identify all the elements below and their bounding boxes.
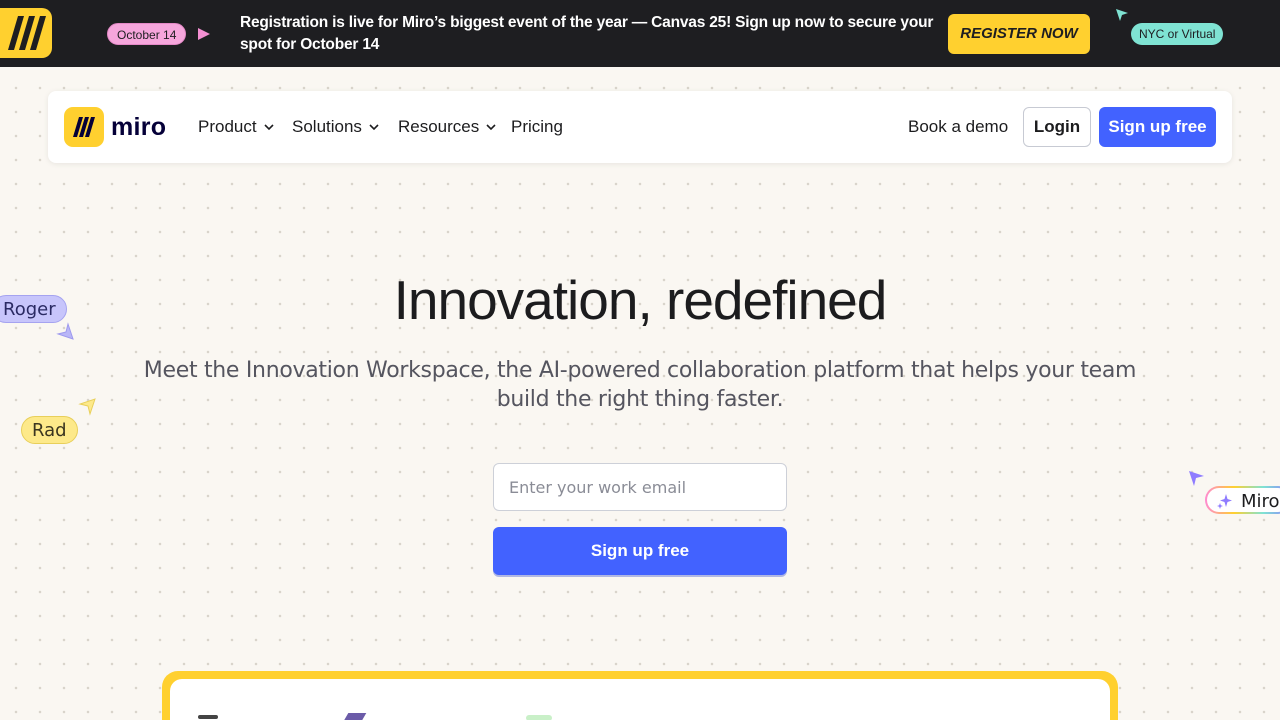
register-now-button[interactable]: REGISTER NOW <box>948 14 1090 54</box>
logo-wordmark: miro <box>111 112 167 141</box>
preview-element <box>343 713 367 720</box>
sparkle-icon <box>1217 494 1232 509</box>
nav-item-resources[interactable]: Resources <box>398 117 497 137</box>
miro-logo-icon <box>64 107 104 147</box>
cursor-label-text: Miro <box>1241 491 1280 512</box>
miro-logo-icon <box>0 8 54 58</box>
nav-item-label: Product <box>198 117 257 136</box>
nav-item-label: Pricing <box>511 117 563 136</box>
event-location-pill: NYC or Virtual <box>1131 23 1224 45</box>
cursor-icon <box>1115 8 1129 22</box>
hero-title: Innovation, redefined <box>393 269 888 331</box>
play-arrow-icon <box>197 27 211 41</box>
product-preview-canvas <box>170 679 1110 720</box>
login-button[interactable]: Login <box>1023 107 1091 147</box>
cursor-label-rad: Rad <box>21 416 78 444</box>
nav-item-solutions[interactable]: Solutions <box>292 117 380 137</box>
nav-item-label: Solutions <box>292 117 362 136</box>
main-navigation: miro Product Solutions Resources Pricing… <box>48 91 1232 163</box>
nav-signup-button[interactable]: Sign up free <box>1099 107 1216 147</box>
work-email-input[interactable] <box>493 463 787 511</box>
miro-logo[interactable]: miro <box>64 107 166 147</box>
cursor-icon <box>78 398 96 416</box>
event-banner: October 14 Registration is live for Miro… <box>0 0 1280 67</box>
product-preview-frame <box>162 671 1118 720</box>
preview-element <box>198 715 218 719</box>
nav-item-product[interactable]: Product <box>198 117 275 137</box>
nav-item-pricing[interactable]: Pricing <box>511 117 563 137</box>
chevron-down-icon <box>264 124 274 131</box>
event-date-pill: October 14 <box>107 23 187 45</box>
cursor-icon <box>1188 470 1206 488</box>
hero-signup-button[interactable]: Sign up free <box>493 527 787 575</box>
chevron-down-icon <box>369 124 379 131</box>
book-demo-link[interactable]: Book a demo <box>908 117 1008 137</box>
cursor-label-miro: Miro <box>1205 486 1280 514</box>
banner-announcement: Registration is live for Miro’s biggest … <box>240 14 934 53</box>
chevron-down-icon <box>486 124 496 131</box>
preview-element <box>526 715 552 720</box>
nav-item-label: Resources <box>398 117 480 136</box>
hero-subtitle: Meet the Innovation Workspace, the AI-po… <box>143 358 1137 412</box>
